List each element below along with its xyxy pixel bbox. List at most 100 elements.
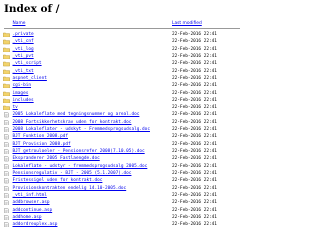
file-link[interactable]: _vti_txt — [13, 68, 34, 75]
last-modified-date: 22-Feb-2016 22:41 — [172, 32, 217, 37]
last-modified-date: 22-Feb-2016 22:41 — [172, 75, 217, 81]
last-modified-date: 22-Feb-2016 22:41 — [172, 134, 217, 140]
folder-icon — [3, 54, 10, 60]
list-item: _vti_log 22-Feb-2016 22:41 — [0, 46, 240, 53]
list-item: cgi-bin 22-Feb-2016 22:41 — [0, 82, 240, 89]
last-modified-date: 22-Feb-2016 22:41 — [172, 105, 217, 111]
file-link[interactable]: _vti_script — [13, 60, 42, 67]
document-icon — [3, 141, 10, 147]
list-item: BJT Provision 2008.pdf 22-Feb-2016 22:41 — [0, 141, 240, 148]
last-modified-date: 22-Feb-2016 22:41 — [172, 112, 217, 118]
file-link[interactable]: 2008 Fortsikkerhetskrav uden for kontrak… — [13, 119, 132, 126]
file-link[interactable]: .private — [13, 31, 34, 38]
folder-icon — [3, 98, 10, 104]
last-modified-date: 22-Feb-2016 22:41 — [172, 83, 217, 89]
document-icon — [3, 119, 10, 125]
name-column-sort-link[interactable]: Name — [13, 21, 26, 26]
list-item: _vti_inf.html 22-Feb-2016 22:41 — [0, 192, 240, 199]
file-link[interactable]: _vti_cnf — [13, 38, 34, 45]
last-modified-date: 22-Feb-2016 22:41 — [172, 61, 217, 67]
file-link[interactable]: addbrowser.asp — [13, 199, 50, 206]
list-item: 2008 Lokaleflater - udskyt - Fremmedspro… — [0, 126, 240, 133]
list-item: Fristessigel uden for kontrakt.doc 22-Feb… — [0, 177, 240, 184]
folder-icon — [3, 47, 10, 52]
list-item: _vti_cnf 22-Feb-2016 22:41 — [0, 38, 240, 45]
last-modified-date: 22-Feb-2016 22:41 — [172, 170, 217, 176]
file-link[interactable]: _vti_pvt — [13, 53, 34, 60]
document-icon — [3, 185, 10, 191]
file-link[interactable]: Pensionsregulativ - BJT - 2005 (5.1.2007… — [13, 170, 132, 177]
list-item: Ekspranderer 2005 Fastlaengde.doc 22-Feb-… — [0, 155, 240, 162]
directory-listing: .private 22-Feb-2016 22:41 _vti_cnf 22-Feb-… — [0, 31, 240, 228]
document-icon — [3, 178, 10, 184]
file-link[interactable]: _vti_log — [13, 46, 34, 53]
file-link[interactable]: Lokaleflate - udstyr - fremmedsprogsudsa… — [13, 163, 148, 170]
file-link[interactable]: Provisionskontrakten endelig 14.10-2005.… — [13, 185, 127, 192]
file-link[interactable]: BJT Provision 2008.pdf — [13, 141, 71, 148]
last-modified-date: 22-Feb-2016 22:41 — [172, 207, 217, 213]
list-item: addhome.asp 22-Feb-2016 22:41 — [0, 214, 240, 221]
list-item: .private 22-Feb-2016 22:41 — [0, 31, 240, 38]
list-item: _vti_txt 22-Feb-2016 22:41 — [0, 68, 240, 75]
last-modified-date: 22-Feb-2016 22:41 — [172, 53, 217, 59]
folder-icon — [3, 76, 10, 82]
file-link[interactable]: addhome.asp — [13, 214, 42, 221]
page-title: Index of / — [4, 3, 60, 15]
list-item: addordreuplex.asp 22-Feb-2016 22:41 — [0, 221, 240, 228]
last-modified-date: 22-Feb-2016 22:41 — [172, 200, 217, 206]
last-modified-date: 22-Feb-2016 22:41 — [172, 141, 217, 147]
folder-icon — [3, 39, 10, 45]
document-icon — [3, 127, 10, 133]
last-modified-date: 22-Feb-2016 22:41 — [172, 156, 217, 162]
file-link[interactable]: aspnet_client — [13, 75, 47, 82]
folder-icon — [3, 83, 10, 89]
file-link[interactable]: addordreuplex.asp — [13, 221, 58, 228]
document-icon — [3, 156, 10, 162]
document-icon — [3, 134, 10, 140]
list-item: _vti_pvt 22-Feb-2016 22:41 — [0, 53, 240, 60]
last-modified-date: 22-Feb-2016 22:41 — [172, 127, 217, 133]
last-modified-date: 22-Feb-2016 22:41 — [172, 149, 217, 154]
document-icon — [3, 200, 10, 206]
file-link[interactable]: Ekspranderer 2005 Fastlaengde.doc — [13, 155, 100, 162]
folder-icon — [3, 91, 10, 96]
file-link[interactable]: cgi-bin — [13, 82, 32, 89]
folder-icon — [3, 61, 10, 67]
last-modified-date: 22-Feb-2016 22:41 — [172, 46, 217, 52]
list-item: BJT Funktion 2008.pdf 22-Feb-2016 22:41 — [0, 133, 240, 140]
file-link[interactable]: images — [13, 90, 29, 97]
list-item: addbrowser.asp 22-Feb-2016 22:41 — [0, 199, 240, 206]
list-item: aspnet_client 22-Feb-2016 22:41 — [0, 75, 240, 82]
document-icon — [3, 214, 10, 221]
last-modified-date: 22-Feb-2016 22:41 — [172, 192, 217, 198]
document-icon — [3, 149, 10, 155]
file-link[interactable]: addcontinue.asp — [13, 207, 53, 214]
list-item: Lokaleflate - udstyr - fremmedsprogsudsa… — [0, 163, 240, 170]
folder-icon — [3, 32, 10, 38]
last-modified-date: 22-Feb-2016 22:41 — [172, 214, 217, 220]
header-divider — [4, 28, 240, 29]
last-modified-date: 22-Feb-2016 22:41 — [172, 185, 217, 191]
folder-icon — [3, 105, 10, 111]
file-link[interactable]: includes — [13, 97, 34, 104]
document-icon — [3, 163, 10, 169]
document-icon — [3, 192, 10, 199]
file-link[interactable]: tv — [13, 104, 18, 111]
last-modified-date: 22-Feb-2016 22:41 — [172, 222, 217, 228]
file-link[interactable]: BJT getrouloeler - Pensionsrefer 2008(7.… — [13, 148, 145, 155]
file-link[interactable]: _vti_inf.html — [13, 192, 47, 199]
list-item: Pensionsregulativ - BJT - 2005 (5.1.2007… — [0, 170, 240, 177]
list-item: addcontinue.asp 22-Feb-2016 22:41 — [0, 207, 240, 214]
file-link[interactable]: BJT Funktion 2008.pdf — [13, 133, 69, 140]
file-link[interactable]: Fristessigel uden for kontrakt.doc — [13, 177, 103, 184]
last-modified-column-sort-link[interactable]: Last modified — [172, 21, 202, 26]
last-modified-date: 22-Feb-2016 22:41 — [172, 90, 217, 96]
list-item: 2005 Lokaleflate med tegningsnummer og a… — [0, 111, 240, 118]
file-link[interactable]: 2005 Lokaleflate med tegningsnummer og a… — [13, 111, 140, 118]
list-item: BJT getrouloeler - Pensionsrefer 2008(7.… — [0, 148, 240, 155]
last-modified-date: 22-Feb-2016 22:41 — [172, 68, 217, 74]
last-modified-date: 22-Feb-2016 22:41 — [172, 119, 217, 125]
file-link[interactable]: 2008 Lokaleflater - udskyt - Fremmedspro… — [13, 126, 150, 133]
document-icon — [3, 207, 10, 213]
last-modified-date: 22-Feb-2016 22:41 — [172, 39, 217, 45]
